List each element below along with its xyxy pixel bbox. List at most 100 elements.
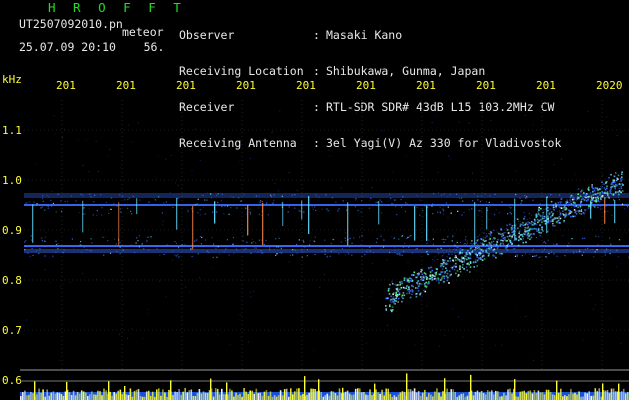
trace-point — [441, 248, 443, 250]
trace-point — [527, 221, 530, 223]
trace-point — [461, 266, 464, 269]
trace-point — [488, 233, 490, 234]
noise-dot — [275, 238, 277, 240]
level-bar — [125, 394, 128, 400]
trace-point — [570, 201, 572, 202]
trace-point — [553, 225, 556, 227]
trace-point — [423, 277, 425, 280]
noise-dot — [259, 201, 261, 203]
trace-point — [564, 212, 567, 214]
level-bar — [85, 392, 87, 400]
noise-dot — [372, 263, 373, 265]
level-bar — [438, 392, 440, 400]
level-bar — [32, 393, 34, 400]
noise-dot — [546, 196, 548, 198]
level-bar — [330, 391, 333, 400]
noise-dot — [175, 242, 178, 244]
noise-dot — [407, 262, 409, 264]
trace-point — [614, 183, 617, 186]
trace-point — [562, 206, 564, 208]
trace-point — [614, 172, 617, 174]
noise-dot — [136, 237, 138, 239]
noise-dot — [426, 204, 428, 206]
trace-point — [581, 199, 582, 201]
trace-point — [418, 285, 420, 287]
level-bar — [570, 388, 572, 400]
noise-dot — [442, 205, 444, 207]
noise-dot — [477, 214, 479, 216]
trace-point — [455, 244, 457, 246]
noise-dot — [54, 133, 56, 135]
noise-dot — [107, 240, 109, 242]
noise-dot — [90, 250, 92, 252]
level-bar — [245, 391, 247, 400]
noise-dot — [360, 211, 362, 213]
trace-point — [503, 237, 506, 239]
trace-point — [537, 213, 540, 215]
noise-dot — [150, 236, 152, 238]
level-peak — [210, 378, 212, 400]
noise-dot — [258, 213, 260, 216]
trace-point — [476, 265, 478, 267]
noise-dot — [539, 203, 541, 205]
noise-dot — [262, 252, 264, 254]
trace-point — [491, 238, 493, 240]
trace-point — [617, 191, 619, 193]
trace-point — [390, 295, 392, 298]
trace-point — [509, 234, 512, 236]
level-bar — [505, 395, 507, 400]
level-bar — [572, 393, 574, 400]
trace-point — [541, 215, 543, 217]
noise-dot — [203, 204, 205, 206]
trace-point — [422, 275, 425, 278]
trace-point — [483, 239, 485, 241]
noise-dot — [618, 199, 620, 201]
trace-point — [452, 245, 454, 247]
trace-point — [584, 209, 586, 211]
noise-dot — [147, 313, 149, 315]
level-bar — [594, 388, 597, 400]
noise-dot — [80, 193, 82, 195]
trace-point — [409, 296, 412, 299]
level-bar — [218, 394, 221, 400]
level-bar — [103, 388, 105, 400]
noise-dot — [441, 238, 443, 241]
noise-dot — [311, 205, 313, 207]
noise-dot — [232, 243, 234, 245]
level-bar — [409, 389, 412, 400]
noise-dot — [221, 193, 223, 195]
noise-dot — [47, 196, 50, 198]
noise-dot — [515, 193, 517, 196]
noise-dot — [383, 245, 385, 247]
noise-dot — [279, 252, 281, 254]
trace-point — [385, 297, 387, 299]
noise-dot — [32, 254, 34, 256]
trace-point — [390, 309, 392, 311]
level-bar — [432, 396, 434, 400]
trace-point — [486, 248, 488, 250]
noise-dot — [528, 212, 530, 215]
level-bar — [543, 394, 546, 400]
level-bar — [80, 390, 83, 400]
level-bar — [361, 392, 363, 400]
trace-point — [581, 189, 583, 192]
noise-dot — [83, 246, 85, 248]
trace-point — [471, 251, 473, 253]
trace-point — [620, 185, 622, 188]
level-bar — [202, 391, 205, 400]
trace-point — [565, 208, 568, 210]
noise-dot — [452, 308, 453, 310]
noise-dot — [46, 204, 48, 206]
noise-dot — [426, 242, 428, 244]
trace-point — [511, 236, 514, 238]
carrier-band — [24, 249, 629, 253]
trace-point — [535, 216, 537, 218]
noise-dot — [78, 204, 80, 206]
level-bar — [279, 390, 282, 400]
noise-dot — [70, 195, 72, 197]
noise-dot — [369, 250, 371, 252]
trace-point — [429, 277, 432, 280]
noise-dot — [459, 249, 461, 251]
trace-point — [573, 209, 576, 211]
noise-dot — [255, 247, 257, 249]
